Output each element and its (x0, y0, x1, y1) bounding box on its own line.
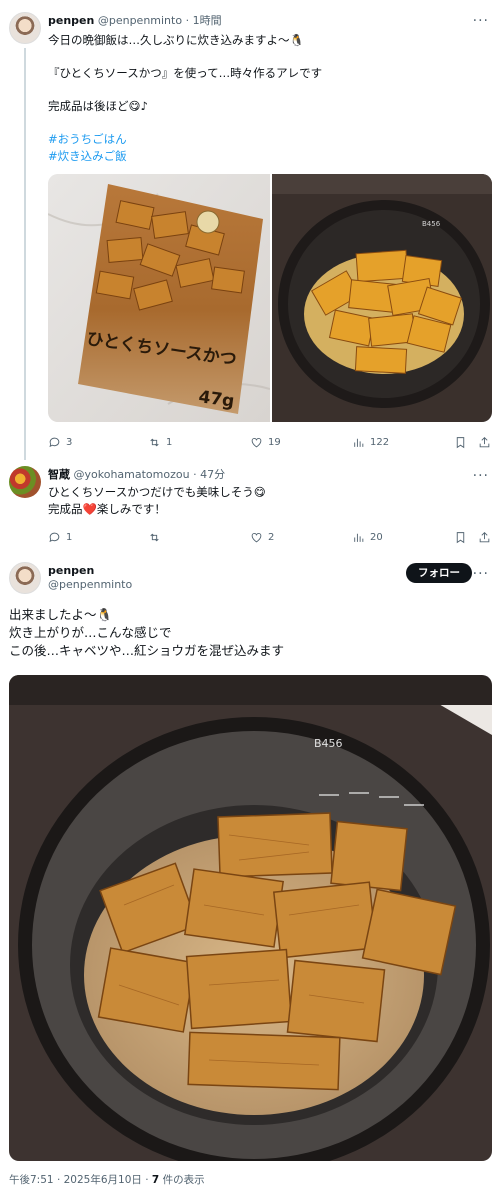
display-name[interactable]: 智蔵 (48, 468, 70, 481)
like-count: 19 (268, 436, 281, 448)
tweet-line: この後…キャベツや…紅ショウガを混ぜ込みます (9, 643, 285, 658)
cooked-rice-image: B456 (9, 675, 492, 1161)
tweet-line: 完成品は後ほど😋♪ (48, 99, 148, 113)
views-label: 件の表示 (162, 1174, 205, 1186)
tweet-text: ひとくちソースかつだけでも美味しそう😋 完成品❤️楽しみです！ (48, 484, 266, 517)
tweet-line: 『ひとくちソースかつ』を使って…時々作るアレです (48, 66, 323, 80)
views-button[interactable]: 122 (352, 434, 389, 450)
heart-icon (251, 437, 262, 447)
tweet-header: 智蔵 @yokohamatomozou · 47分 (48, 468, 226, 481)
package-image: ひとくちソースかつ 47g (48, 174, 270, 422)
reply-count: 3 (66, 436, 73, 448)
reply-button[interactable]: 3 (48, 434, 72, 450)
share-icon (479, 436, 490, 447)
tweet-actions: 3 1 19 122 (48, 434, 493, 450)
repost-count: 1 (166, 436, 173, 448)
tweet-line: 出来ましたよ〜🐧 (9, 607, 113, 622)
reply-icon (49, 437, 60, 447)
repost-button[interactable]: 1 (148, 434, 172, 450)
tweet-text: 今日の晩御飯は…久しぶりに炊き込みますよ〜🐧 『ひとくちソースかつ』を使って…時… (48, 32, 322, 164)
tweet-header: penpen @penpenminto (48, 564, 132, 592)
handle[interactable]: @penpenminto (48, 578, 132, 592)
tweet-text: 出来ましたよ〜🐧 炊き上がりが…こんな感じで この後…キャベツや…紅ショウガを混… (9, 606, 284, 660)
bookmark-icon (456, 436, 465, 448)
bookmark-icon (456, 531, 465, 543)
like-button[interactable]: 19 (250, 434, 281, 450)
repost-icon (150, 438, 159, 446)
bookmark-button[interactable] (454, 434, 467, 450)
views-chart-icon (354, 438, 364, 447)
display-name[interactable]: penpen (48, 14, 94, 27)
tweet-post-1[interactable]: penpen @penpenminto · 1時間 ··· 今日の晩御飯は…久し… (0, 0, 501, 460)
tweet-meta: 午後7:51 · 2025年6月10日 · 7 件の表示 (9, 1174, 205, 1186)
cooker-model-label: B456 (314, 737, 343, 750)
share-button[interactable] (478, 529, 491, 545)
tweet-header: penpen @penpenminto · 1時間 (48, 14, 222, 27)
hashtag-link[interactable]: #炊き込みご飯 (48, 148, 322, 165)
tweet-actions: 1 2 20 (48, 529, 493, 545)
more-options-icon[interactable]: ··· (473, 567, 489, 581)
reply-count: 1 (66, 531, 73, 543)
bookmark-button[interactable] (454, 529, 467, 545)
reply-button[interactable]: 1 (48, 529, 72, 545)
post-date[interactable]: 2025年6月10日 (64, 1174, 142, 1186)
tweet-reply[interactable]: 智蔵 @yokohamatomozou · 47分 ··· ひとくちソースかつだ… (0, 460, 501, 554)
views-count: 7 (151, 1174, 160, 1186)
share-button[interactable] (478, 434, 491, 450)
timestamp[interactable]: 1時間 (193, 14, 222, 27)
avatar[interactable] (9, 12, 41, 44)
thread-line (24, 48, 26, 460)
timestamp[interactable]: 47分 (200, 468, 225, 481)
tweet-line: 炊き上がりが…こんな感じで (9, 625, 172, 640)
avatar[interactable] (9, 466, 41, 498)
hashtag-link[interactable]: #おうちごはん (48, 131, 322, 148)
post-time[interactable]: 午後7:51 (9, 1174, 54, 1186)
display-name[interactable]: penpen (48, 564, 132, 578)
more-options-icon[interactable]: ··· (473, 469, 489, 483)
more-options-icon[interactable]: ··· (473, 14, 489, 28)
views-chart-icon (354, 533, 364, 542)
handle[interactable]: @penpenminto (98, 14, 182, 27)
views-count: 122 (370, 436, 390, 448)
avatar[interactable] (9, 562, 41, 594)
like-button[interactable]: 2 (250, 529, 274, 545)
tweet-line: 今日の晩御飯は…久しぶりに炊き込みますよ〜🐧 (48, 33, 304, 47)
heart-icon (251, 532, 262, 542)
tweet-line: ひとくちソースかつだけでも美味しそう😋 (48, 485, 266, 499)
reply-icon (49, 532, 60, 542)
views-button[interactable]: 20 (352, 529, 383, 545)
like-count: 2 (268, 531, 275, 543)
tweet-line: 完成品❤️楽しみです！ (48, 501, 166, 516)
rice-cooker-image: B456 (272, 174, 492, 422)
views-count: 20 (370, 531, 383, 543)
handle[interactable]: @yokohamatomozou (74, 468, 190, 481)
cooker-model-label: B456 (422, 220, 441, 228)
tweet-focused: penpen @penpenminto フォロー ··· 出来ましたよ〜🐧 炊き… (0, 554, 501, 1200)
repost-button[interactable] (148, 529, 166, 545)
photo-package[interactable]: ひとくちソースかつ 47g (48, 174, 270, 422)
repost-icon (150, 533, 159, 541)
photo-rice-cooker[interactable]: B456 (272, 174, 492, 422)
follow-button[interactable]: フォロー (406, 563, 472, 583)
share-icon (479, 531, 490, 542)
photo-cooked-rice[interactable]: B456 (9, 675, 492, 1161)
